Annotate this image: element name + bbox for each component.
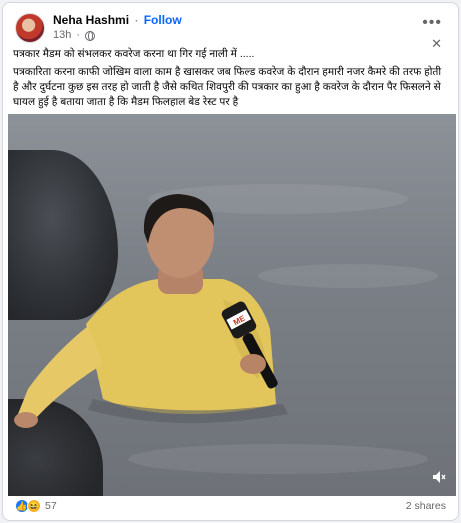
haha-icon: 😆 [27, 499, 41, 513]
time-separator: · [76, 29, 81, 41]
post-body: पत्रकारिता करना काफी जोखिम वाला काम है ख… [13, 66, 442, 108]
shares-count[interactable]: 2 shares [406, 500, 446, 512]
post-time[interactable]: 13h [53, 28, 71, 43]
author-avatar[interactable] [15, 13, 45, 43]
reporter-figure: ME [14, 194, 288, 428]
left-hand [14, 412, 38, 428]
post-meta: Neha Hashmi · Follow 13h · [53, 13, 182, 43]
post-title: पत्रकार मैडम को संभलकर कवरेज करना था गिर… [13, 48, 255, 60]
reactions[interactable]: 👍 😆 57 [15, 499, 57, 513]
video-player[interactable]: ME [8, 114, 456, 496]
post-footer: 👍 😆 57 2 shares [15, 499, 446, 517]
globe-icon [85, 30, 96, 41]
volume-muted-icon[interactable] [432, 470, 446, 484]
time-row: 13h · [53, 28, 182, 43]
left-arm [16, 326, 103, 426]
name-row: Neha Hashmi · Follow [53, 13, 182, 28]
author-name[interactable]: Neha Hashmi [53, 13, 129, 27]
follow-button[interactable]: Follow [144, 13, 182, 27]
post-header: Neha Hashmi · Follow 13h · ••• ✕ [15, 13, 448, 50]
separator: · [134, 13, 139, 27]
right-hand [240, 354, 266, 374]
more-options-icon[interactable]: ••• [422, 15, 442, 31]
post-card: Neha Hashmi · Follow 13h · ••• ✕ पत्रकार… [2, 2, 459, 521]
reaction-count[interactable]: 57 [45, 500, 57, 512]
